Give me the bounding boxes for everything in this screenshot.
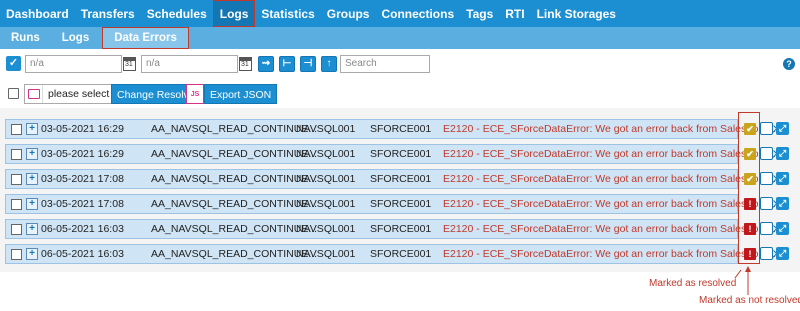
expand-icon[interactable]: +: [26, 123, 38, 135]
row-edit-icon[interactable]: [760, 147, 773, 160]
date-from-input[interactable]: n/a: [25, 55, 122, 73]
table-row[interactable]: +03-05-2021 16:29 AA_NAVSQL_READ_CONTINUE…: [5, 144, 776, 164]
row-name: AA_NAVSQL_READ_CONTINUE...: [151, 223, 318, 235]
nav-schedules[interactable]: Schedules: [141, 0, 213, 27]
row-name: AA_NAVSQL_READ_CONTINUE...: [151, 148, 318, 160]
table-row[interactable]: +03-05-2021 17:08 AA_NAVSQL_READ_CONTINUE…: [5, 169, 776, 189]
search-input[interactable]: Search: [340, 55, 430, 73]
tab-runs[interactable]: Runs: [0, 27, 51, 49]
row-target: SFORCE001: [370, 198, 432, 210]
table-row[interactable]: +03-05-2021 17:08 AA_NAVSQL_READ_CONTINUE…: [5, 194, 776, 214]
row-edit-icon[interactable]: [760, 122, 773, 135]
edit-icon: [25, 85, 43, 103]
row-checkbox[interactable]: [11, 149, 22, 160]
row-target: SFORCE001: [370, 248, 432, 260]
row-edit-icon[interactable]: [760, 247, 773, 260]
row-error: E2120 - ECE_SForceDataError: We got an e…: [443, 248, 777, 260]
row-checkbox[interactable]: [11, 249, 22, 260]
row-checkbox[interactable]: [11, 199, 22, 210]
nav-logs[interactable]: Logs: [212, 0, 256, 27]
row-error: E2120 - ECE_SForceDataError: We got an e…: [443, 123, 777, 135]
nav-tags[interactable]: Tags: [460, 0, 499, 27]
row-checkbox[interactable]: [11, 224, 22, 235]
upload-icon[interactable]: ↑: [321, 56, 337, 72]
select-all-checkbox[interactable]: [8, 88, 19, 99]
tree-expand-icon[interactable]: ⊢: [279, 56, 295, 72]
export-json-button[interactable]: Export JSON: [204, 84, 278, 104]
row-date: 03-05-2021 16:29: [41, 123, 124, 135]
row-edit-icon[interactable]: [760, 197, 773, 210]
expand-icon[interactable]: +: [26, 173, 38, 185]
row-date: 03-05-2021 17:08: [41, 173, 124, 185]
row-open-icon[interactable]: ⤢: [776, 197, 789, 210]
row-source: NAVSQL001: [296, 123, 356, 135]
table-row[interactable]: +03-05-2021 16:29 AA_NAVSQL_READ_CONTINUE…: [5, 119, 776, 139]
row-error: E2120 - ECE_SForceDataError: We got an e…: [443, 173, 777, 185]
filter-checkbox-icon[interactable]: ✓: [6, 56, 21, 71]
nav-link-storages[interactable]: Link Storages: [531, 0, 622, 27]
row-open-icon[interactable]: ⤢: [776, 172, 789, 185]
row-checkbox[interactable]: [11, 174, 22, 185]
help-icon[interactable]: ?: [783, 58, 795, 70]
row-name: AA_NAVSQL_READ_CONTINUE...: [151, 173, 318, 185]
nav-rti[interactable]: RTI: [499, 0, 530, 27]
row-checkbox[interactable]: [11, 124, 22, 135]
expand-icon[interactable]: +: [26, 248, 38, 260]
row-target: SFORCE001: [370, 173, 432, 185]
resolved-select-value: please select: [48, 88, 110, 100]
status-highlight-box: [738, 112, 760, 264]
row-source: NAVSQL001: [296, 148, 356, 160]
row-error: E2120 - ECE_SForceDataError: We got an e…: [443, 223, 777, 235]
table-row[interactable]: +06-05-2021 16:03 AA_NAVSQL_READ_CONTINUE…: [5, 244, 776, 264]
row-open-icon[interactable]: ⤢: [776, 247, 789, 260]
expand-icon[interactable]: +: [26, 198, 38, 210]
annotation-not-resolved: Marked as not resolved: [699, 295, 800, 306]
calendar-to-icon[interactable]: [239, 57, 252, 71]
row-source: NAVSQL001: [296, 198, 356, 210]
export-json-group[interactable]: JS Export JSON: [186, 84, 278, 104]
nav-connections[interactable]: Connections: [375, 0, 460, 27]
row-open-icon[interactable]: ⤢: [776, 147, 789, 160]
date-to-input[interactable]: n/a: [141, 55, 238, 73]
nav-statistics[interactable]: Statistics: [255, 0, 320, 27]
row-target: SFORCE001: [370, 223, 432, 235]
row-date: 06-05-2021 16:03: [41, 248, 124, 260]
row-name: AA_NAVSQL_READ_CONTINUE...: [151, 123, 318, 135]
sub-nav: Runs Logs Data Errors: [0, 27, 800, 49]
annotation-resolved: Marked as resolved: [649, 278, 737, 289]
row-name: AA_NAVSQL_READ_CONTINUE...: [151, 248, 318, 260]
top-nav: Dashboard Transfers Schedules Logs Stati…: [0, 0, 800, 27]
calendar-from-icon[interactable]: [123, 57, 136, 71]
row-name: AA_NAVSQL_READ_CONTINUE...: [151, 198, 318, 210]
row-date: 03-05-2021 16:29: [41, 148, 124, 160]
row-open-icon[interactable]: ⤢: [776, 222, 789, 235]
row-date: 06-05-2021 16:03: [41, 223, 124, 235]
row-error: E2120 - ECE_SForceDataError: We got an e…: [443, 148, 777, 160]
graph-icon[interactable]: ⇝: [258, 56, 274, 72]
nav-groups[interactable]: Groups: [321, 0, 376, 27]
row-source: NAVSQL001: [296, 223, 356, 235]
row-source: NAVSQL001: [296, 173, 356, 185]
row-target: SFORCE001: [370, 123, 432, 135]
row-open-icon[interactable]: ⤢: [776, 122, 789, 135]
expand-icon[interactable]: +: [26, 148, 38, 160]
row-target: SFORCE001: [370, 148, 432, 160]
json-file-icon: JS: [186, 84, 204, 104]
tab-data-errors[interactable]: Data Errors: [102, 27, 189, 49]
expand-icon[interactable]: +: [26, 223, 38, 235]
nav-dashboard[interactable]: Dashboard: [0, 0, 75, 27]
row-error: E2120 - ECE_SForceDataError: We got an e…: [443, 198, 777, 210]
row-edit-icon[interactable]: [760, 222, 773, 235]
nav-transfers[interactable]: Transfers: [75, 0, 141, 27]
tree-collapse-icon[interactable]: ⊣: [300, 56, 316, 72]
row-edit-icon[interactable]: [760, 172, 773, 185]
row-source: NAVSQL001: [296, 248, 356, 260]
tab-logs[interactable]: Logs: [51, 27, 100, 49]
row-date: 03-05-2021 17:08: [41, 198, 124, 210]
table-row[interactable]: +06-05-2021 16:03 AA_NAVSQL_READ_CONTINUE…: [5, 219, 776, 239]
